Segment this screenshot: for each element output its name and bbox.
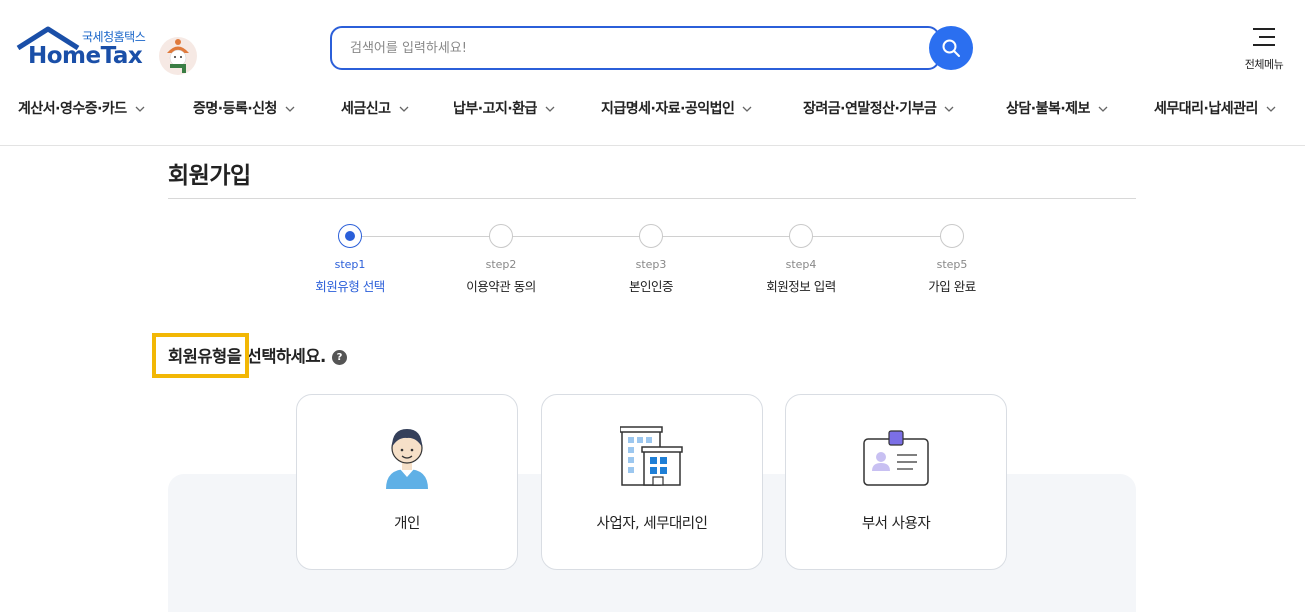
nav-item-certificate[interactable]: 증명·등록·신청	[193, 98, 295, 118]
card-label: 사업자, 세무대리인	[596, 516, 708, 532]
step-3: step3 본인인증	[601, 224, 701, 295]
nav-item-label: 지급명세·자료·공익법인	[601, 101, 735, 117]
card-label: 개인	[394, 516, 420, 532]
card-individual[interactable]: 개인	[296, 394, 518, 570]
chevron-down-icon	[944, 106, 954, 112]
logo-title: HomeTax	[28, 43, 143, 69]
step-4: step4 회원정보 입력	[751, 224, 851, 295]
main-nav: 계산서·영수증·카드 증명·등록·신청 세금신고 납부·고지·환급 지급명세·자…	[0, 92, 1305, 124]
step-5: step5 가입 완료	[902, 224, 1002, 295]
step-2: step2 이용약관 동의	[451, 224, 551, 295]
nav-item-label: 세무대리·납세관리	[1154, 101, 1258, 117]
chevron-down-icon	[399, 106, 408, 112]
search-button[interactable]	[929, 26, 973, 70]
card-business[interactable]: 사업자, 세무대리인	[541, 394, 763, 570]
card-department-user[interactable]: 부서 사용자	[785, 394, 1007, 570]
building-icon	[620, 426, 683, 486]
card-label: 부서 사용자	[861, 516, 931, 532]
highlight-box	[152, 333, 249, 378]
step-name: 본인인증	[628, 279, 674, 294]
search-icon	[942, 39, 960, 57]
step-name: 회원유형 선택	[315, 279, 385, 294]
nav-item-tax-agent[interactable]: 세무대리·납세관리	[1154, 98, 1276, 118]
nav-item-incentive[interactable]: 장려금·연말정산·기부금	[803, 98, 954, 118]
step-name: 이용약관 동의	[466, 279, 536, 294]
search-input[interactable]	[332, 28, 892, 68]
page-title: 회원가입	[168, 163, 251, 189]
signup-stepper: step1 회원유형 선택 step2 이용약관 동의 step3 본인인증 s…	[300, 224, 1004, 304]
nav-item-label: 상담·불복·제보	[1006, 101, 1090, 117]
chevron-down-icon	[742, 106, 752, 112]
nav-item-tax-return[interactable]: 세금신고	[341, 98, 409, 118]
step-number: step5	[936, 258, 968, 271]
title-divider	[168, 198, 1136, 199]
nav-item-statement[interactable]: 지급명세·자료·공익법인	[601, 98, 752, 118]
nav-item-invoice[interactable]: 계산서·영수증·카드	[18, 98, 145, 118]
id-badge-icon	[863, 430, 929, 486]
all-menu-button[interactable]: 전체메뉴	[1238, 26, 1290, 72]
nav-item-label: 세금신고	[341, 101, 391, 117]
mascot-icon	[159, 37, 197, 75]
nav-item-label: 납부·고지·환급	[453, 101, 537, 117]
step-indicator	[489, 224, 513, 248]
nav-item-label: 증명·등록·신청	[193, 101, 277, 117]
hamburger-icon	[1253, 26, 1275, 48]
step-indicator	[338, 224, 362, 248]
nav-item-label: 장려금·연말정산·기부금	[803, 101, 937, 117]
step-name: 회원정보 입력	[766, 279, 836, 294]
person-icon	[386, 429, 428, 489]
hometax-logo[interactable]: 국세청홈택스 HomeTax	[16, 24, 201, 79]
all-menu-label: 전체메뉴	[1244, 58, 1284, 71]
chevron-down-icon	[1098, 106, 1108, 112]
chevron-down-icon	[285, 106, 295, 112]
chevron-down-icon	[545, 106, 555, 112]
nav-item-label: 계산서·영수증·카드	[18, 101, 127, 117]
chevron-down-icon	[135, 106, 145, 112]
step-indicator	[789, 224, 813, 248]
header-divider	[0, 145, 1305, 146]
nav-item-payment[interactable]: 납부·고지·환급	[453, 98, 555, 118]
step-indicator	[639, 224, 663, 248]
step-indicator	[940, 224, 964, 248]
search-box[interactable]	[330, 26, 940, 70]
chevron-down-icon	[1266, 106, 1276, 112]
step-number: step2	[485, 258, 517, 271]
step-name: 가입 완료	[928, 279, 976, 294]
step-number: step4	[785, 258, 817, 271]
nav-item-consultation[interactable]: 상담·불복·제보	[1006, 98, 1108, 118]
step-number: step3	[635, 258, 667, 271]
step-1: step1 회원유형 선택	[300, 224, 400, 295]
step-number: step1	[334, 258, 366, 271]
help-icon[interactable]: ?	[331, 350, 347, 365]
